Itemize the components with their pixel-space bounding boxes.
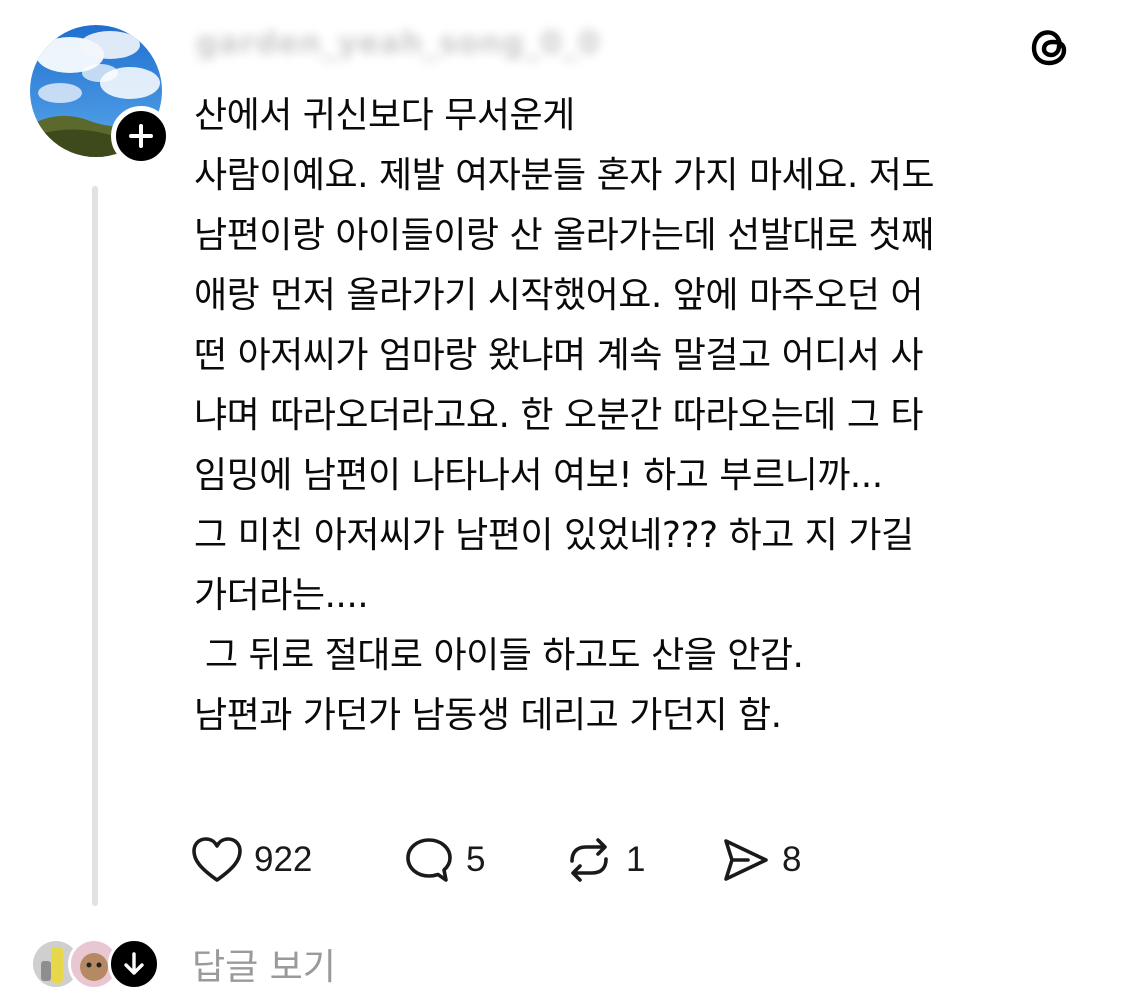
- post-line: 임밍에 남편이 나타나서 여보! 하고 부르니까...: [194, 455, 883, 496]
- post-line: 사람이예요. 제발 여자분들 혼자 가지 마세요. 저도: [194, 155, 934, 196]
- author-username[interactable]: garden_yeah_song_0_0: [196, 26, 600, 66]
- view-replies-link[interactable]: 답글 보기: [192, 938, 336, 990]
- send-icon: [724, 839, 768, 881]
- repost-button[interactable]: 1: [562, 835, 718, 885]
- post-line: 그 미친 아저씨가 남편이 있었네??? 하고 지 가길: [194, 515, 914, 556]
- post-body: 산에서 귀신보다 무서운게 사람이예요. 제발 여자분들 혼자 가지 마세요. …: [194, 86, 1094, 746]
- action-bar: 922 5 1 8: [190, 830, 801, 890]
- post-line: 그 뒤로 절대로 아이들 하고도 산을 안감.: [194, 635, 804, 676]
- arrow-down-icon: [124, 952, 144, 975]
- repost-count: 1: [626, 840, 646, 879]
- post-line: 남편과 가던가 남동생 데리고 가던지 함.: [194, 695, 782, 736]
- post-line: 떤 아저씨가 엄마랑 왔냐며 계속 말걸고 어디서 사: [194, 335, 924, 376]
- repost-icon: [570, 838, 608, 882]
- reply-count: 5: [466, 840, 486, 879]
- follow-button[interactable]: [111, 106, 171, 166]
- post-line: 애랑 먼저 올라가기 시작했어요. 앞에 마주오던 어: [194, 275, 924, 316]
- thread-line: [92, 186, 98, 906]
- plus-icon: [129, 124, 153, 148]
- share-count: 8: [782, 840, 802, 879]
- heart-icon: [192, 837, 242, 882]
- expand-replies-button[interactable]: [108, 938, 160, 990]
- post-line: 산에서 귀신보다 무서운게: [194, 95, 575, 136]
- post-line: 가더라는....: [194, 575, 369, 616]
- replies-preview: 답글 보기: [30, 936, 336, 992]
- speech-bubble-icon: [406, 838, 452, 882]
- threads-icon[interactable]: [1026, 22, 1076, 72]
- share-button[interactable]: 8: [718, 835, 801, 885]
- reply-button[interactable]: 5: [402, 835, 562, 885]
- post-line: 냐며 따라오더라고요. 한 오분간 따라오는데 그 타: [194, 395, 924, 436]
- post-line: 남편이랑 아이들이랑 산 올라가는데 선발대로 첫째: [194, 215, 934, 256]
- like-count: 922: [254, 840, 313, 879]
- like-button[interactable]: 922: [190, 835, 402, 885]
